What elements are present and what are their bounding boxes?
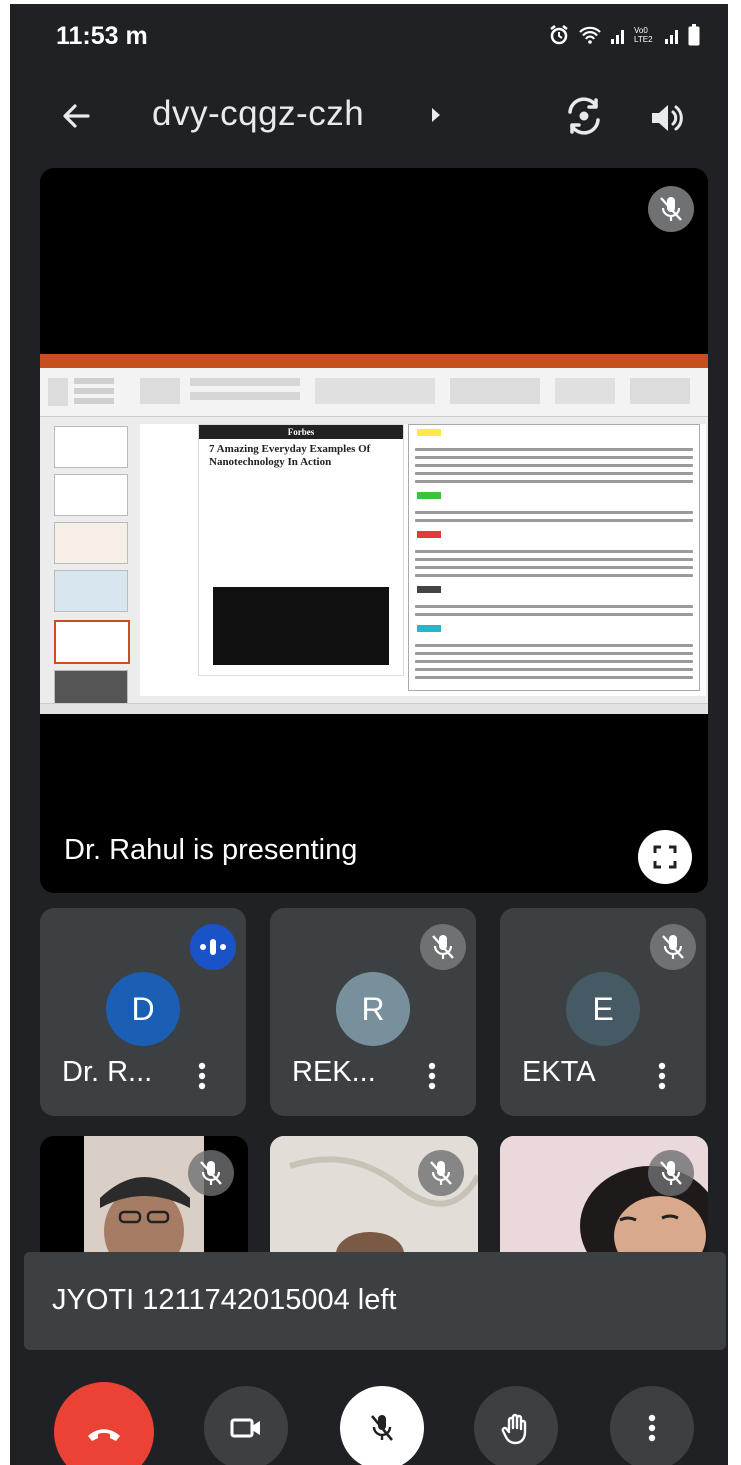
mic-off-icon: [648, 1150, 694, 1196]
wifi-icon: [579, 26, 601, 44]
call-controls: [10, 1364, 728, 1465]
mic-off-icon: [371, 1415, 393, 1441]
meet-screen: 11:53 m Vo0 LTE2 dvy-cqgz-czh Forbes 7 A…: [10, 4, 728, 1465]
status-time: 11:53 m: [56, 22, 148, 50]
more-options-icon[interactable]: [192, 1058, 212, 1094]
slide-thumb-selected: [54, 620, 130, 664]
toast-message: JYOTI 1211742015004 left: [52, 1284, 397, 1316]
avatar: R: [336, 972, 410, 1046]
participant-tile[interactable]: E EKTA: [500, 908, 706, 1116]
hand-icon: [501, 1413, 527, 1445]
more-options-icon[interactable]: [422, 1058, 442, 1094]
audio-wave-icon: [200, 939, 226, 955]
slide-thumb: [54, 570, 128, 612]
mic-off-icon: [418, 1150, 464, 1196]
battery-icon: [688, 24, 700, 46]
hang-up-button[interactable]: [54, 1382, 154, 1465]
status-bar: 11:53 m Vo0 LTE2: [10, 4, 728, 74]
presentation-tile[interactable]: Forbes 7 Amazing Everyday Examples Of Na…: [40, 168, 708, 893]
notification-toast: JYOTI 1211742015004 left: [24, 1252, 726, 1350]
slide-thumb: [54, 474, 128, 516]
article-text: [408, 424, 700, 691]
fullscreen-icon: [653, 845, 677, 869]
mic-off-icon: [648, 186, 694, 232]
mic-off-icon: [662, 935, 684, 959]
signal-icon: [611, 30, 624, 44]
slide-thumbnails: [44, 420, 132, 712]
ppt-titlebar: [40, 354, 708, 368]
meeting-code[interactable]: dvy-cqgz-czh: [152, 94, 364, 134]
ribbon-controls: [48, 378, 690, 406]
participant-name: REK...: [292, 1056, 376, 1088]
speaking-indicator: [190, 924, 236, 970]
participant-video-tile[interactable]: [40, 1136, 248, 1256]
phone-hangup-icon: [88, 1429, 120, 1441]
article-title: 7 Amazing Everyday Examples Of Nanotechn…: [209, 443, 371, 468]
shared-screen: Forbes 7 Amazing Everyday Examples Of Na…: [40, 354, 708, 714]
article-image: Forbes 7 Amazing Everyday Examples Of Na…: [198, 424, 404, 676]
participant-video-tile[interactable]: [500, 1136, 708, 1256]
video-camera-icon: [230, 1418, 260, 1438]
article-photo: [213, 587, 389, 665]
more-vert-icon: [648, 1414, 656, 1442]
mic-off-icon: [188, 1150, 234, 1196]
microphone-toggle-button[interactable]: [340, 1386, 424, 1465]
slide-thumb: [54, 426, 128, 468]
ppt-statusbar: [40, 703, 708, 714]
presenter-muted-badge: [648, 186, 694, 237]
status-icons: Vo0 LTE2: [548, 24, 700, 46]
signal-icon-2: [665, 30, 678, 44]
slide-thumb: [54, 522, 128, 564]
participant-name: Dr. R...: [62, 1056, 153, 1088]
mic-off-icon: [432, 935, 454, 959]
participant-video-tile[interactable]: [270, 1136, 478, 1256]
avatar: D: [106, 972, 180, 1046]
more-options-icon[interactable]: [652, 1058, 672, 1094]
switch-camera-icon[interactable]: [560, 92, 608, 140]
fullscreen-button[interactable]: [638, 830, 692, 884]
participant-tile[interactable]: R REK...: [270, 908, 476, 1116]
participant-tile[interactable]: D Dr. R...: [40, 908, 246, 1116]
muted-badge: [650, 924, 696, 970]
speaker-icon[interactable]: [644, 96, 688, 140]
presenter-label: Dr. Rahul is presenting: [64, 834, 358, 866]
avatar: E: [566, 972, 640, 1046]
camera-toggle-button[interactable]: [204, 1386, 288, 1465]
more-options-button[interactable]: [610, 1386, 694, 1465]
network-label: Vo0 LTE2: [634, 26, 653, 44]
ppt-ribbon: [40, 368, 708, 417]
app-bar: dvy-cqgz-czh: [10, 84, 728, 154]
muted-badge: [420, 924, 466, 970]
caret-right-icon[interactable]: [430, 106, 442, 124]
slide-canvas: Forbes 7 Amazing Everyday Examples Of Na…: [140, 424, 706, 696]
alarm-icon: [550, 25, 568, 45]
article-publisher: Forbes: [199, 425, 403, 439]
participant-name: EKTA: [522, 1056, 596, 1088]
back-arrow-icon[interactable]: [54, 94, 98, 138]
raise-hand-button[interactable]: [474, 1386, 558, 1465]
